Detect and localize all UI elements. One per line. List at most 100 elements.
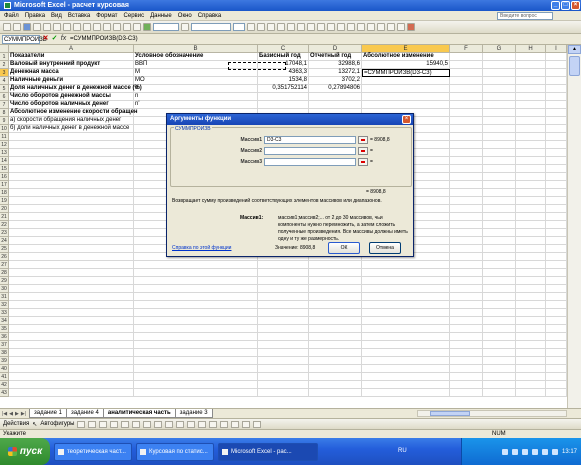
cell[interactable] — [450, 117, 483, 125]
cell[interactable] — [516, 237, 546, 245]
cell[interactable] — [546, 357, 567, 365]
cell[interactable] — [9, 269, 134, 277]
task-word-coursework[interactable]: Курсовая по статис... — [136, 442, 214, 461]
start-button[interactable]: пуск — [0, 438, 50, 465]
cell[interactable] — [450, 349, 483, 357]
cell[interactable] — [516, 133, 546, 141]
cell[interactable] — [362, 365, 450, 373]
cell[interactable] — [450, 53, 483, 61]
shadow-icon[interactable] — [242, 420, 251, 428]
cell[interactable] — [450, 277, 483, 285]
cell[interactable] — [516, 221, 546, 229]
clipart-icon[interactable] — [154, 420, 163, 428]
scroll-up-icon[interactable]: ▲ — [568, 45, 581, 54]
cell[interactable] — [546, 77, 567, 85]
cell[interactable] — [450, 85, 483, 93]
cell[interactable] — [450, 69, 483, 77]
cell[interactable] — [483, 221, 516, 229]
cell[interactable]: d — [134, 85, 258, 93]
cell[interactable] — [546, 101, 567, 109]
cell[interactable]: n — [134, 93, 258, 101]
cell[interactable] — [450, 245, 483, 253]
cell[interactable] — [483, 365, 516, 373]
cell[interactable]: 15940,5 — [362, 61, 450, 69]
cell[interactable] — [9, 389, 134, 397]
cell[interactable] — [483, 285, 516, 293]
cell[interactable] — [546, 117, 567, 125]
percent-icon[interactable] — [327, 23, 335, 31]
cell[interactable] — [546, 373, 567, 381]
cell[interactable] — [450, 125, 483, 133]
cell[interactable] — [309, 293, 362, 301]
cell[interactable] — [362, 309, 450, 317]
cell[interactable] — [516, 373, 546, 381]
borders-icon[interactable] — [387, 23, 395, 31]
cell[interactable] — [483, 389, 516, 397]
cell[interactable] — [450, 261, 483, 269]
menu-window[interactable]: Окно — [178, 13, 192, 19]
cell[interactable] — [450, 141, 483, 149]
row-header[interactable]: 3 — [0, 69, 9, 77]
cell[interactable] — [516, 101, 546, 109]
cell[interactable] — [546, 381, 567, 389]
cell[interactable] — [9, 245, 134, 253]
cell[interactable] — [9, 149, 134, 157]
cell[interactable] — [309, 357, 362, 365]
task-excel[interactable]: Microsoft Excel - рас... — [218, 442, 318, 461]
close-button[interactable]: × — [571, 1, 580, 10]
cell[interactable] — [258, 333, 309, 341]
cell[interactable] — [258, 389, 309, 397]
cell[interactable] — [362, 325, 450, 333]
cell[interactable] — [516, 69, 546, 77]
cell[interactable] — [483, 269, 516, 277]
cell[interactable] — [546, 93, 567, 101]
cell[interactable] — [546, 309, 567, 317]
cell[interactable] — [516, 301, 546, 309]
column-header[interactable]: D — [309, 45, 362, 53]
cell[interactable] — [546, 141, 567, 149]
select-all-corner[interactable] — [0, 45, 9, 53]
cell[interactable] — [450, 221, 483, 229]
cell[interactable] — [450, 173, 483, 181]
cell[interactable] — [483, 133, 516, 141]
cell[interactable] — [516, 157, 546, 165]
cell[interactable] — [450, 93, 483, 101]
row-header[interactable]: 4 — [0, 77, 9, 85]
row-header[interactable]: 2 — [0, 61, 9, 69]
cell[interactable] — [9, 373, 134, 381]
cell[interactable]: Условное обозначение — [134, 53, 258, 61]
cell[interactable] — [309, 317, 362, 325]
cell[interactable] — [9, 181, 134, 189]
row-header[interactable]: 28 — [0, 269, 9, 277]
cell[interactable]: Наличные деньги — [9, 77, 134, 85]
cell[interactable] — [309, 285, 362, 293]
cell[interactable] — [450, 77, 483, 85]
cell[interactable] — [258, 277, 309, 285]
tray-icon[interactable] — [531, 448, 538, 455]
cell[interactable] — [258, 317, 309, 325]
cell[interactable] — [546, 173, 567, 181]
menu-data[interactable]: Данные — [150, 13, 172, 19]
cell[interactable] — [483, 149, 516, 157]
row-header[interactable]: 29 — [0, 277, 9, 285]
autoshapes-menu[interactable]: Автофигуры — [40, 421, 74, 427]
cell[interactable] — [450, 373, 483, 381]
cell[interactable] — [483, 61, 516, 69]
cell[interactable] — [483, 333, 516, 341]
cell[interactable] — [546, 149, 567, 157]
cell[interactable] — [483, 357, 516, 365]
collapse-dialog-icon[interactable] — [358, 158, 368, 166]
cell[interactable] — [362, 85, 450, 93]
row-header[interactable]: 17 — [0, 181, 9, 189]
cell[interactable] — [516, 341, 546, 349]
row-header[interactable]: 5 — [0, 85, 9, 93]
collapse-dialog-icon[interactable] — [358, 136, 368, 144]
cell[interactable] — [516, 389, 546, 397]
last-sheet-icon[interactable]: ▶| — [21, 411, 26, 417]
redo-icon[interactable] — [103, 23, 111, 31]
cell[interactable] — [9, 381, 134, 389]
cell[interactable] — [516, 141, 546, 149]
open-icon[interactable] — [13, 23, 21, 31]
cell[interactable] — [483, 101, 516, 109]
cell[interactable] — [516, 365, 546, 373]
